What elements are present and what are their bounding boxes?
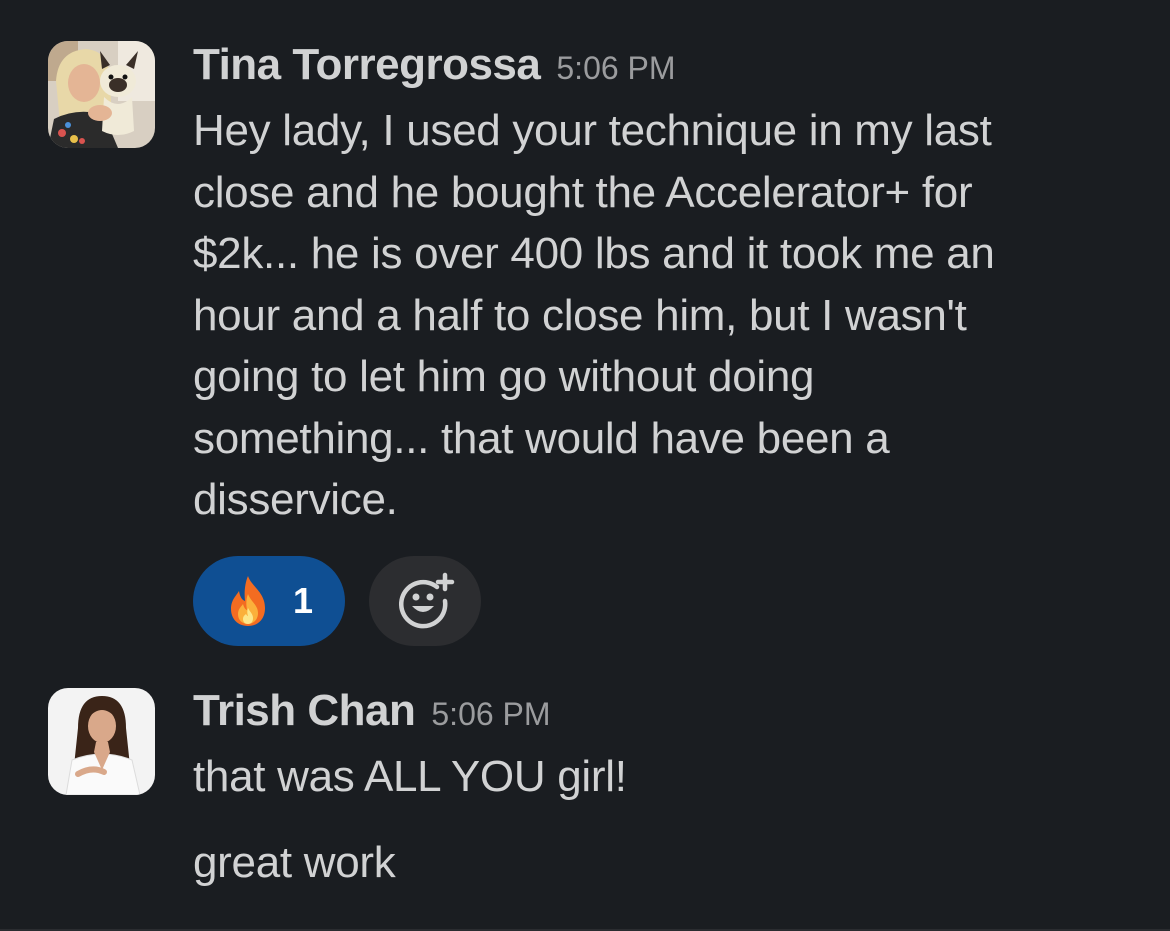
fire-emoji-icon bbox=[230, 576, 265, 626]
message-line: $2k... he is over 400 lbs and it took me… bbox=[193, 229, 995, 278]
message-header: Trish Chan 5:06 PM bbox=[193, 686, 1140, 746]
avatar-photo-icon bbox=[48, 41, 155, 148]
message-line: something... that would have been a bbox=[193, 413, 890, 463]
message-text: great work bbox=[193, 837, 396, 887]
author-name[interactable]: Tina Torregrossa bbox=[193, 40, 541, 90]
avatar-photo-icon bbox=[48, 688, 155, 795]
add-emoji-icon bbox=[398, 572, 455, 629]
message-line: hour and a half to close him, but I wasn… bbox=[193, 290, 967, 340]
avatar-tina[interactable] bbox=[48, 41, 155, 148]
timestamp[interactable]: 5:06 PM bbox=[556, 50, 675, 87]
message-line: going to let him go without doing bbox=[193, 352, 815, 401]
author-name[interactable]: Trish Chan bbox=[193, 686, 416, 736]
message-content: Trish Chan 5:06 PM that was ALL YOU girl… bbox=[193, 686, 1140, 893]
avatar-trish[interactable] bbox=[48, 688, 155, 795]
message-header: Tina Torregrossa 5:06 PM bbox=[193, 40, 1140, 100]
reaction-fire[interactable]: 1 bbox=[193, 556, 345, 646]
message-line: disservice. bbox=[193, 475, 398, 524]
add-reaction-button[interactable] bbox=[369, 556, 481, 646]
reaction-count: 1 bbox=[292, 580, 314, 621]
reactions-bar: 1 bbox=[193, 556, 481, 646]
message-text: Hey lady, I used your technique in my la… bbox=[193, 100, 1140, 531]
message-line: close and he bought the Accelerator+ for bbox=[193, 167, 973, 217]
message-text: that was ALL YOU girl! bbox=[193, 752, 627, 801]
timestamp[interactable]: 5:06 PM bbox=[431, 696, 550, 733]
message-line: Hey lady, I used your technique in my la… bbox=[193, 106, 992, 155]
message-content: Tina Torregrossa 5:06 PM Hey lady, I use… bbox=[193, 40, 1140, 531]
